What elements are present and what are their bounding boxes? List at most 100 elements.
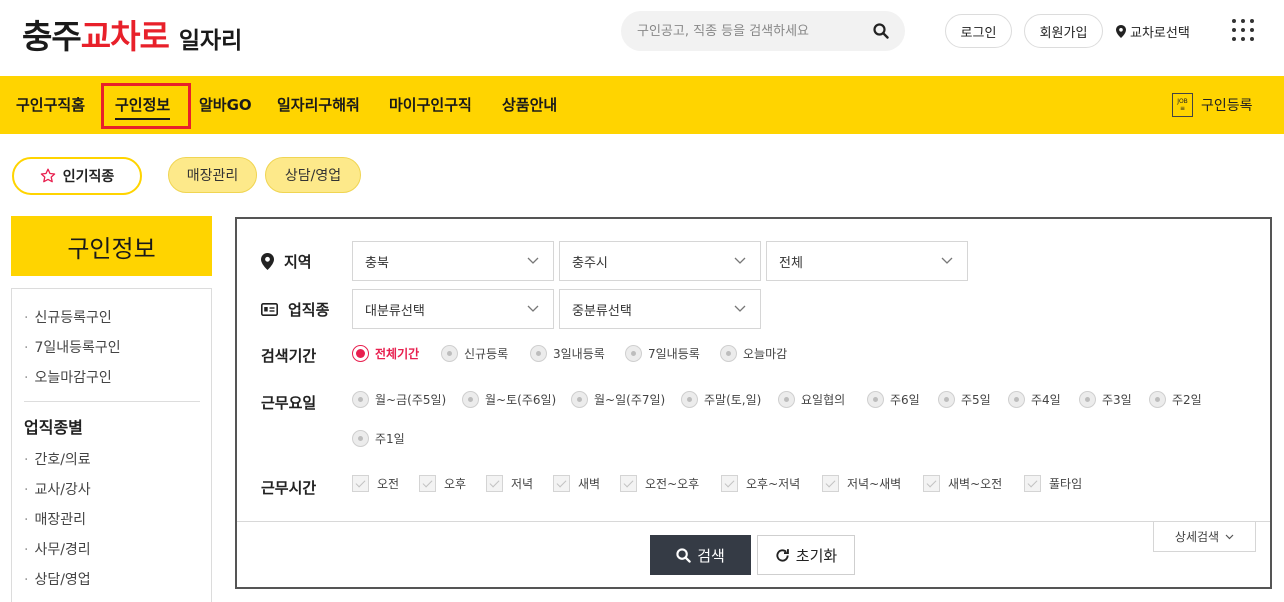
popular-jobs-label: 인기직종 — [62, 169, 115, 185]
workhours-option-afternoon-evening[interactable]: 오후~저녁 — [721, 475, 800, 492]
period-option-all[interactable]: 전체기간 — [352, 345, 419, 362]
chip-consulting-sales[interactable]: 상담/영업 — [265, 157, 361, 193]
job-register-button[interactable]: JOB ≡ 구인등록 — [1172, 93, 1253, 117]
signup-button[interactable]: 회원가입 — [1024, 14, 1103, 48]
radio — [625, 345, 642, 362]
panel-divider — [237, 521, 1270, 522]
workdays-option-3days[interactable]: 주3일 — [1079, 391, 1132, 408]
chevron-down-icon — [941, 257, 953, 264]
chevron-down-icon — [734, 305, 746, 312]
nav-item-my-jobs[interactable]: 마이구인구직 — [389, 94, 472, 115]
checkbox — [553, 475, 570, 492]
radio — [441, 345, 458, 362]
search-icon[interactable] — [873, 23, 889, 43]
main-nav: 구인구직홈 구인정보 알바GO 일자리구해줘 마이구인구직 상품안내 — [0, 76, 1284, 134]
chevron-down-icon — [734, 257, 746, 264]
radio — [530, 345, 547, 362]
region-label: 지역 — [261, 251, 312, 272]
workdays-option-6days[interactable]: 주6일 — [867, 391, 920, 408]
workdays-label: 근무요일 — [261, 394, 317, 412]
detail-search-button[interactable]: 상세검색 — [1153, 522, 1256, 552]
workdays-option-mon-sun[interactable]: 월~일(주7일) — [571, 391, 665, 408]
sidebar-category-office[interactable]: 사무/경리 — [24, 539, 90, 559]
nav-item-find-me-job[interactable]: 일자리구해줘 — [277, 94, 360, 115]
region-province-select[interactable]: 충북 — [352, 241, 554, 281]
sidebar-category-store[interactable]: 매장관리 — [24, 509, 86, 529]
active-nav-highlight-box — [101, 83, 191, 129]
location-select-button[interactable]: 교차로선택 — [1116, 22, 1190, 41]
refresh-icon — [776, 548, 789, 562]
checkbox — [721, 475, 738, 492]
logo-text-brand: 교차로 — [80, 17, 170, 56]
radio — [720, 345, 737, 362]
radio — [938, 391, 955, 408]
id-card-icon — [261, 303, 278, 316]
header-search-input[interactable] — [637, 23, 873, 39]
nav-item-alba-go[interactable]: 알바GO — [199, 94, 252, 115]
map-pin-icon — [1116, 25, 1126, 38]
period-label: 검색기간 — [261, 347, 317, 365]
radio — [1149, 391, 1166, 408]
job-minor-category-select[interactable]: 중분류선택 — [559, 289, 761, 329]
region-city-select[interactable]: 충주시 — [559, 241, 761, 281]
location-label: 교차로선택 — [1130, 26, 1190, 41]
workhours-option-evening-dawn[interactable]: 저녁~새벽 — [822, 475, 901, 492]
sidebar-category-title: 업직종별 — [24, 418, 83, 437]
chip-store-management[interactable]: 매장관리 — [168, 157, 257, 193]
workdays-option-weekend[interactable]: 주말(토,일) — [681, 391, 761, 408]
workhours-option-evening[interactable]: 저녁 — [486, 475, 533, 492]
logo-text-city: 충주 — [22, 17, 82, 56]
site-logo[interactable]: 충주 교차로 일자리 — [22, 10, 242, 56]
checkbox — [923, 475, 940, 492]
workhours-option-fulltime[interactable]: 풀타임 — [1024, 475, 1082, 492]
workdays-option-mon-sat[interactable]: 월~토(주6일) — [462, 391, 556, 408]
radio — [462, 391, 479, 408]
nav-item-home[interactable]: 구인구직홈 — [16, 94, 85, 115]
workdays-option-negotiable[interactable]: 요일협의 — [778, 391, 845, 408]
sidebar-link-7days[interactable]: 7일내등록구인 — [24, 337, 120, 357]
workdays-option-mon-fri[interactable]: 월~금(주5일) — [352, 391, 446, 408]
nav-item-products[interactable]: 상품안내 — [502, 94, 557, 115]
period-option-new[interactable]: 신규등록 — [441, 345, 508, 362]
workdays-option-5days[interactable]: 주5일 — [938, 391, 991, 408]
checkbox — [419, 475, 436, 492]
checkbox — [352, 475, 369, 492]
region-district-select[interactable]: 전체 — [766, 241, 968, 281]
sidebar-category-teacher[interactable]: 교사/강사 — [24, 479, 90, 499]
period-option-closing-today[interactable]: 오늘마감 — [720, 345, 787, 362]
period-option-3days[interactable]: 3일내등록 — [530, 345, 605, 362]
workdays-option-1day[interactable]: 주1일 — [352, 430, 405, 447]
sidebar-link-closing-today[interactable]: 오늘마감구인 — [24, 367, 111, 387]
sidebar-title: 구인정보 — [11, 216, 212, 276]
workhours-option-morning-afternoon[interactable]: 오전~오후 — [620, 475, 699, 492]
workhours-option-morning[interactable]: 오전 — [352, 475, 399, 492]
workhours-option-dawn[interactable]: 새벽 — [553, 475, 600, 492]
radio — [352, 430, 369, 447]
radio — [1079, 391, 1096, 408]
radio — [352, 391, 369, 408]
radio — [571, 391, 588, 408]
reset-button[interactable]: 초기화 — [757, 535, 855, 575]
star-icon — [40, 168, 55, 183]
apps-grid-icon[interactable] — [1232, 19, 1254, 41]
popular-jobs-chip[interactable]: 인기직종 — [12, 157, 142, 195]
job-document-icon: JOB ≡ — [1172, 93, 1193, 117]
radio — [867, 391, 884, 408]
login-button[interactable]: 로그인 — [945, 14, 1012, 48]
header-search — [621, 11, 905, 51]
checkbox — [486, 475, 503, 492]
workhours-option-afternoon[interactable]: 오후 — [419, 475, 466, 492]
job-major-category-select[interactable]: 대분류선택 — [352, 289, 554, 329]
workdays-option-4days[interactable]: 주4일 — [1008, 391, 1061, 408]
radio-selected — [352, 345, 369, 362]
search-button[interactable]: 검색 — [650, 535, 751, 575]
sidebar-category-sales[interactable]: 상담/영업 — [24, 569, 90, 589]
period-option-7days[interactable]: 7일내등록 — [625, 345, 700, 362]
workhours-label: 근무시간 — [261, 479, 317, 497]
sidebar-category-nursing[interactable]: 간호/의료 — [24, 449, 90, 469]
workhours-option-dawn-morning[interactable]: 새벽~오전 — [923, 475, 1002, 492]
sidebar-link-new[interactable]: 신규등록구인 — [24, 307, 111, 327]
chevron-down-icon — [1225, 534, 1234, 539]
workdays-option-2days[interactable]: 주2일 — [1149, 391, 1202, 408]
job-category-label: 업직종 — [261, 299, 329, 320]
